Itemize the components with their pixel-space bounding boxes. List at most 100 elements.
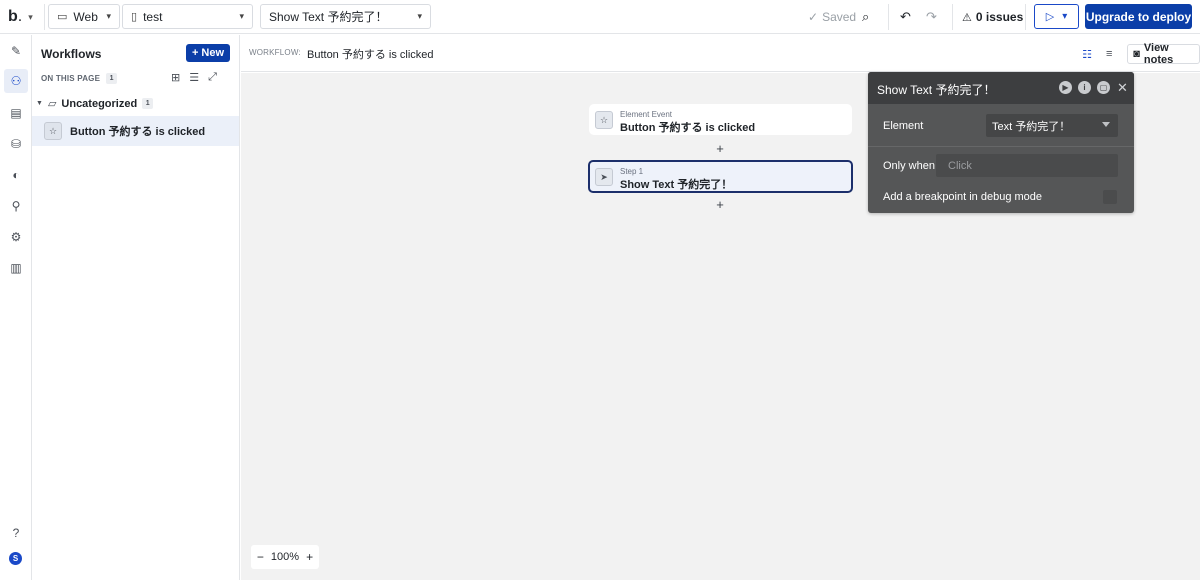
design-pencil-icon[interactable]: ✎ — [4, 39, 28, 63]
canvas-view-tools: ☷ ≡ ◙ View notes — [1079, 42, 1200, 66]
chevron-down-icon: ▾ — [28, 11, 33, 22]
warning-icon: ⚠ — [962, 11, 972, 24]
view-notes-button[interactable]: ◙ View notes — [1127, 42, 1200, 66]
event-type-label: Element Event — [620, 110, 673, 119]
canvas-header: WORKFLOW: Button 予約する is clicked ☷ ≡ ◙ V… — [241, 35, 1200, 72]
workflows-sidebar: Workflows + New ON THIS PAGE 1 ⊞ ☰ ⤢ ▼ ▱… — [32, 35, 240, 580]
chevron-down-icon: ▾ — [239, 11, 244, 21]
divider — [1025, 4, 1026, 30]
folder-uncategorized[interactable]: ▼ ▱ Uncategorized 1 — [36, 97, 154, 110]
view-notes-label: View notes — [1143, 42, 1174, 66]
styles-layout-icon[interactable]: ▤ — [4, 101, 28, 125]
workflow-item-label: Button 予約する is clicked — [70, 126, 206, 138]
plus-icon: + — [191, 47, 199, 59]
element-dropdown[interactable]: Text 予約完了！ — [986, 114, 1118, 137]
bubble-logo-menu[interactable]: b. ▾ — [8, 0, 33, 34]
step-card[interactable]: ➤ Step 1 Show Text 予約完了！ — [588, 160, 853, 193]
panel-header: Show Text 予約完了！ ▶ i ▢ ✕ — [868, 72, 1134, 104]
folder-label: Uncategorized — [61, 97, 138, 110]
play-icon[interactable]: ▶ — [1059, 81, 1072, 94]
comment-icon[interactable]: ▢ — [1097, 81, 1110, 94]
saved-status: ✓ Saved — [808, 0, 856, 34]
issues-label: 0 issues — [975, 10, 1024, 24]
only-when-label: Only when — [883, 160, 935, 172]
chevron-down-icon: ▾ — [417, 11, 422, 21]
saved-status-label: Saved — [822, 10, 857, 24]
chevron-down-icon: ▾ — [106, 11, 111, 21]
step-number-label: Step 1 — [620, 167, 644, 176]
on-this-page-header: ON THIS PAGE 1 — [41, 73, 118, 84]
new-workflow-label: New — [201, 47, 225, 59]
settings-gear-icon[interactable]: ⚙ — [4, 225, 28, 249]
search-icon[interactable]: ⌕ — [862, 0, 869, 34]
page-select-value: test — [143, 9, 163, 24]
workflow-icon[interactable]: ⚇ — [4, 69, 28, 93]
left-rail: ✎ ⚇ ▤ ⛁ ◐ ⚲ ⚙ ▥ ? S — [0, 35, 32, 580]
workflow-select[interactable]: Show Text 予約完了！ ▾ — [260, 4, 431, 29]
canvas-view-icon[interactable]: ☷ — [1079, 45, 1095, 63]
logo-chevron-prefix: . — [17, 8, 23, 25]
undo-icon[interactable]: ↶ — [900, 0, 911, 34]
top-bar: b. ▾ ▭ Web ▾ ▯ test ▾ Show Text 予約完了！ ▾ … — [0, 0, 1200, 34]
event-card[interactable]: ☆ Element Event Button 予約する is clicked — [589, 104, 852, 135]
folder-open-icon: ▱ — [47, 98, 57, 110]
new-workflow-button[interactable]: + New — [186, 44, 230, 62]
breakpoint-label: Add a breakpoint in debug mode — [883, 191, 1043, 203]
zoom-out-icon[interactable]: − — [257, 550, 264, 564]
sidebar-tools: ⊞ ☰ ⤢ — [171, 71, 217, 84]
avatar[interactable]: S — [9, 552, 22, 565]
workflow-list-item[interactable]: ☆ Button 予約する is clicked — [32, 116, 239, 146]
palette-icon[interactable]: ◐ — [4, 163, 28, 187]
add-step-plus-icon[interactable]: + — [713, 197, 727, 212]
platform-select-value: Web — [73, 9, 98, 24]
page-count-badge: 1 — [106, 73, 118, 84]
new-folder-icon[interactable]: ⊞ — [171, 71, 180, 84]
only-when-placeholder: Click — [948, 159, 972, 172]
zoom-level: 100% — [270, 551, 300, 563]
event-name-label: Button 予約する is clicked — [620, 122, 756, 134]
page-icon: ▯ — [131, 11, 138, 23]
click-event-icon: ☆ — [44, 122, 62, 140]
issues-button[interactable]: ⚠ 0 issues — [962, 0, 1023, 34]
zoom-control: − 100% + — [251, 545, 319, 569]
divider — [888, 4, 889, 30]
upgrade-to-deploy-button[interactable]: Upgrade to deploy — [1085, 4, 1192, 29]
logs-chart-icon[interactable]: ▥ — [4, 256, 28, 280]
click-event-icon: ☆ — [595, 111, 613, 129]
folder-count-badge: 1 — [142, 98, 154, 109]
zoom-in-icon[interactable]: + — [306, 550, 313, 564]
workflow-select-value: Show Text 予約完了！ — [269, 10, 388, 24]
on-this-page-label: ON THIS PAGE — [41, 74, 101, 83]
add-step-plus-icon[interactable]: + — [713, 141, 727, 156]
divider — [44, 4, 45, 30]
chevron-down-icon: ▾ — [1062, 11, 1068, 22]
divider — [868, 146, 1134, 147]
caret-down-icon — [1102, 122, 1110, 127]
redo-icon[interactable]: ↷ — [926, 0, 937, 34]
close-icon[interactable]: ✕ — [1116, 80, 1129, 95]
panel-title: Show Text 予約完了！ — [877, 83, 996, 97]
breakpoint-checkbox[interactable] — [1103, 190, 1117, 204]
monitor-icon: ▭ — [57, 11, 68, 23]
help-icon[interactable]: ? — [4, 521, 28, 545]
plugins-icon[interactable]: ⚲ — [4, 194, 28, 218]
sidebar-title: Workflows — [41, 47, 102, 61]
expand-icon[interactable]: ⤢ — [208, 71, 217, 84]
page-select[interactable]: ▯ test ▾ — [122, 4, 253, 29]
divider — [952, 4, 953, 30]
info-icon[interactable]: i — [1078, 81, 1091, 94]
logo-text: b — [8, 8, 18, 25]
element-field-label: Element — [883, 120, 924, 132]
list-view-icon[interactable]: ≡ — [1101, 45, 1117, 63]
platform-select[interactable]: ▭ Web ▾ — [48, 4, 120, 29]
caret-down-icon: ▼ — [36, 100, 43, 107]
step-name-label: Show Text 予約完了！ — [620, 179, 733, 191]
filter-sliders-icon[interactable]: ☰ — [189, 71, 199, 84]
check-circle-icon: ✓ — [808, 10, 819, 24]
workflow-label: WORKFLOW: — [249, 48, 301, 57]
action-properties-panel: Show Text 予約完了！ ▶ i ▢ ✕ Element Text 予約完… — [868, 72, 1134, 213]
element-dropdown-value: Text 予約完了！ — [992, 120, 1071, 133]
only-when-input[interactable]: Click — [936, 154, 1118, 177]
data-database-icon[interactable]: ⛁ — [4, 132, 28, 156]
preview-button[interactable]: ▷ ▾ — [1034, 4, 1079, 29]
